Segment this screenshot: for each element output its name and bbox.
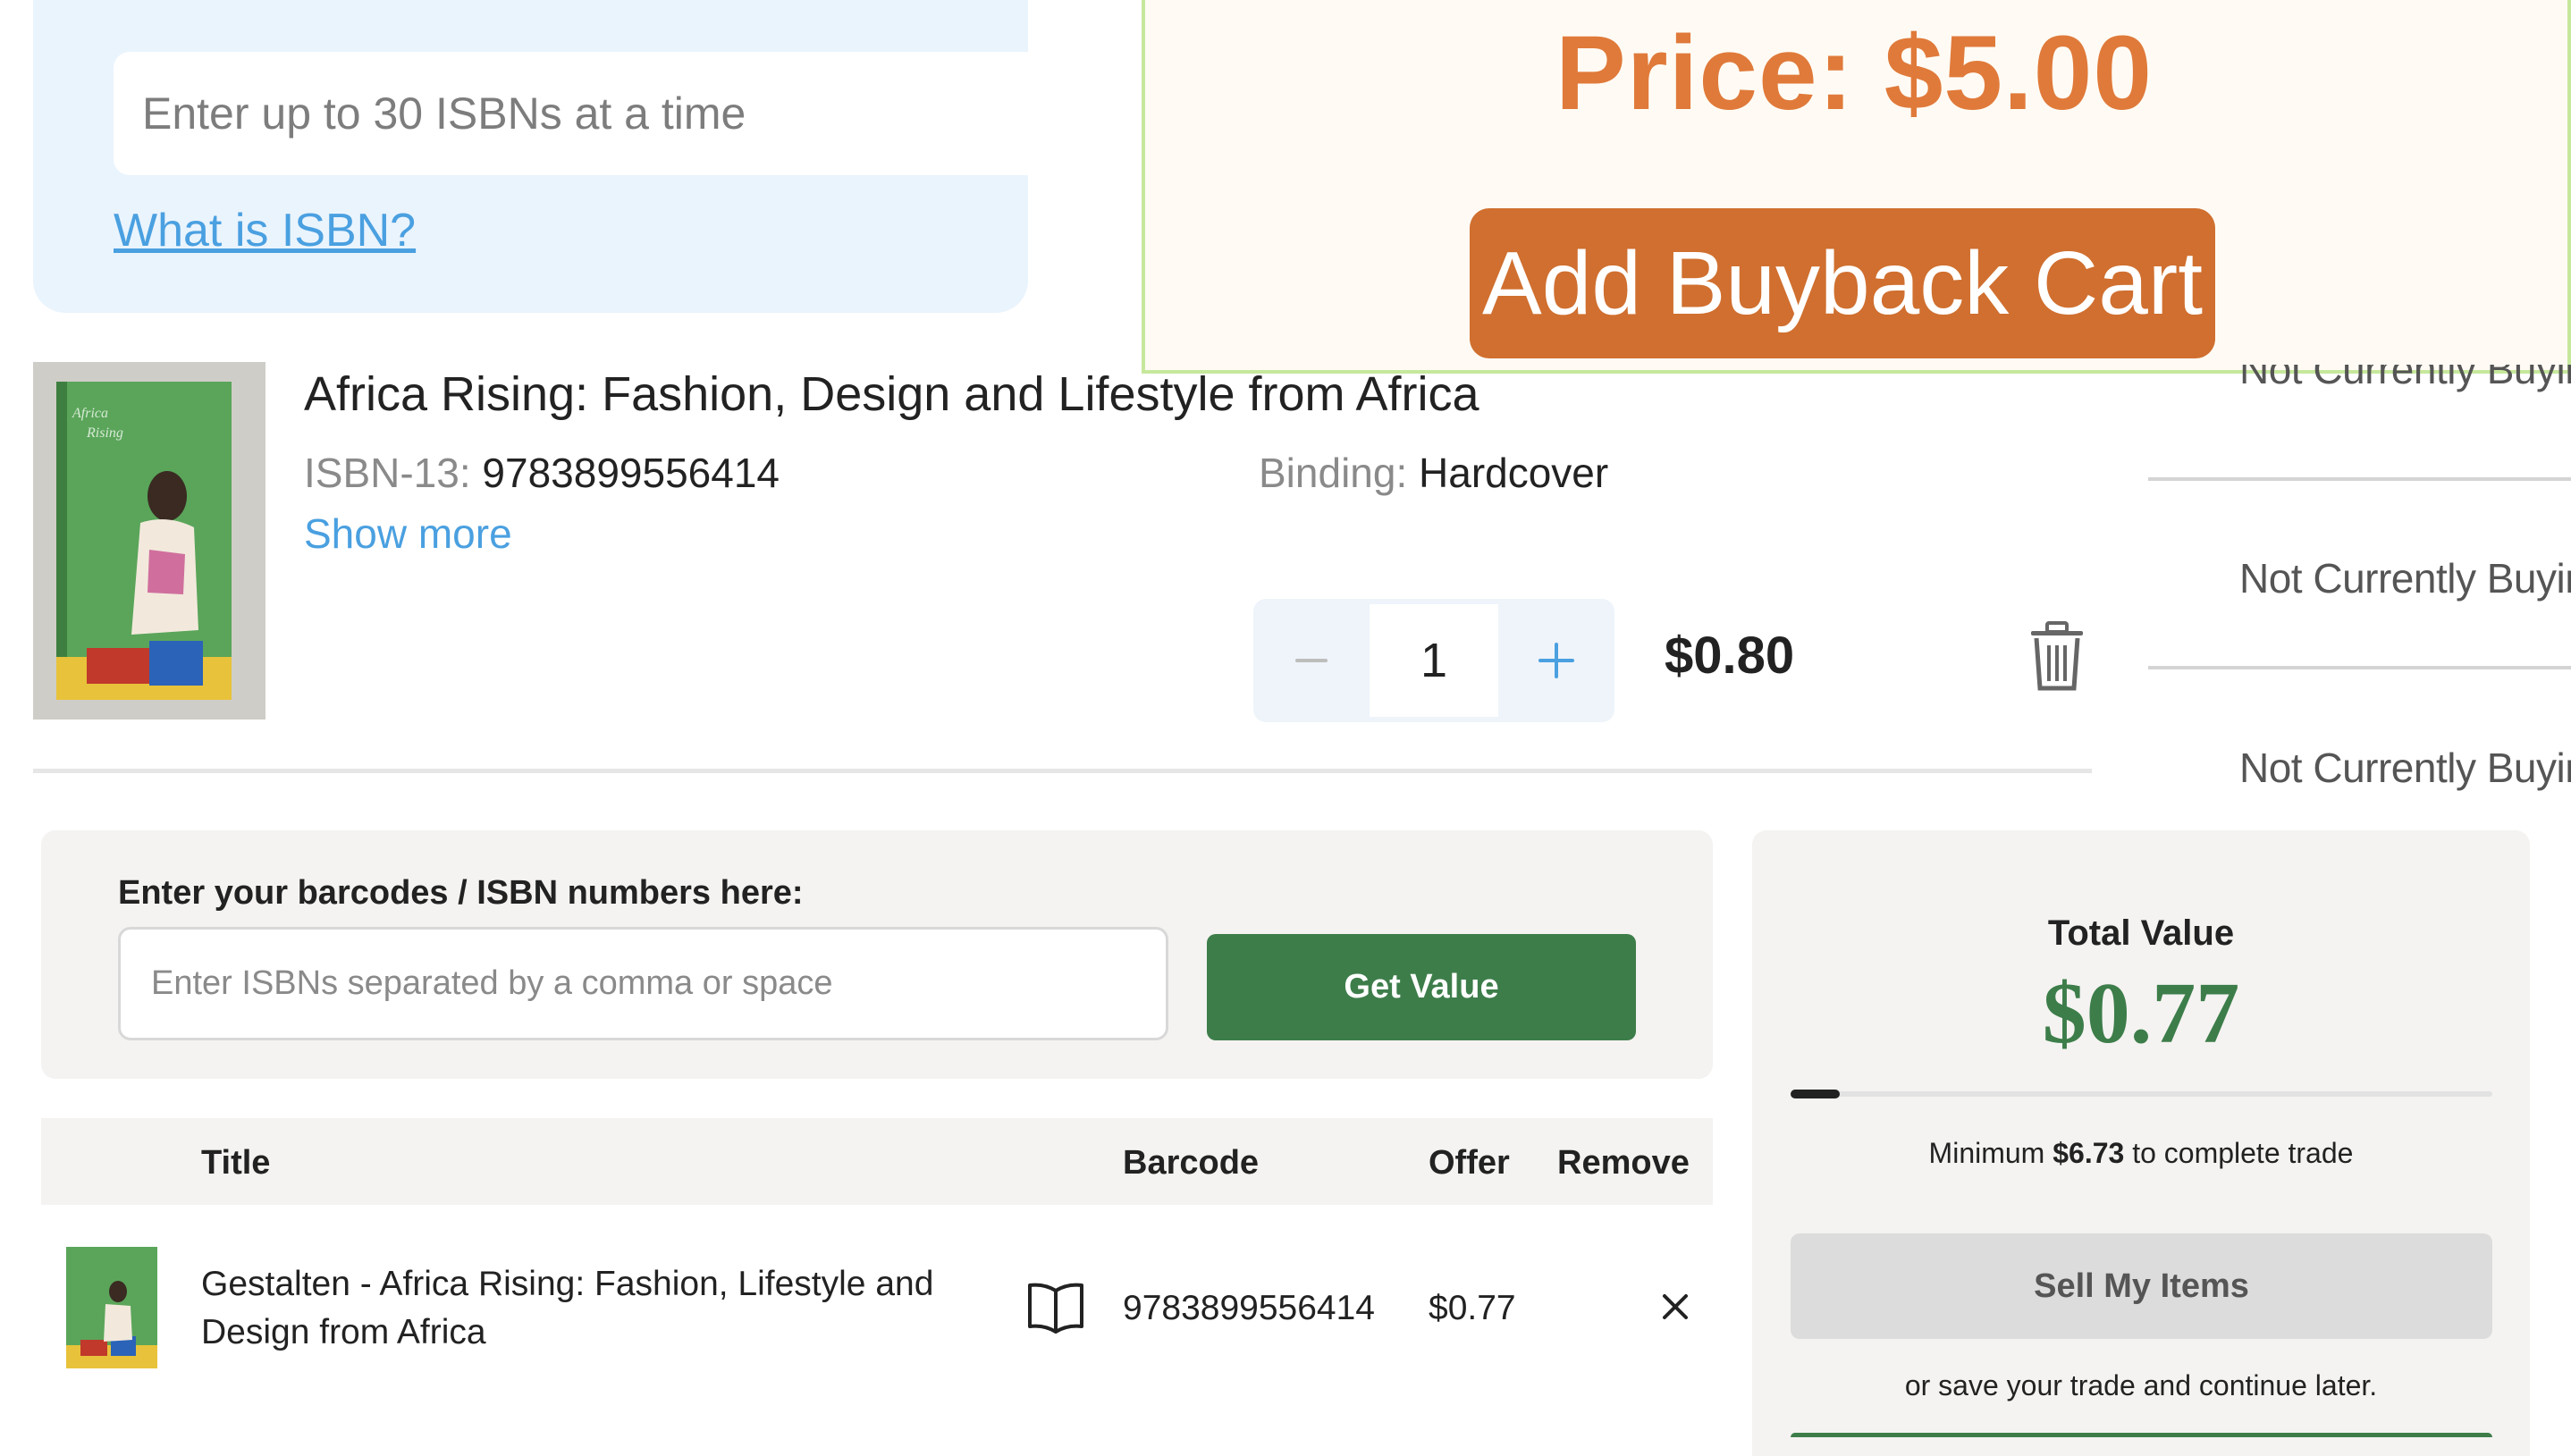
get-value-button[interactable]: Get Value [1207, 934, 1636, 1040]
column-header-offer: Offer [1429, 1144, 1510, 1182]
column-header-title: Title [201, 1144, 271, 1182]
close-icon[interactable] [1657, 1289, 1693, 1325]
quantity-decrease-button[interactable] [1253, 599, 1370, 722]
isbn13-value: 9783899556414 [482, 450, 780, 496]
minus-icon [1295, 659, 1328, 662]
binding-value: Hardcover [1419, 450, 1609, 496]
show-more-link[interactable]: Show more [304, 509, 512, 558]
status-divider [2148, 477, 2571, 481]
column-header-barcode: Barcode [1123, 1144, 1260, 1182]
trash-icon[interactable] [2027, 620, 2086, 692]
minimum-prefix: Minimum [1928, 1137, 2045, 1169]
svg-text:Africa: Africa [72, 406, 108, 421]
trade-progress-fill [1791, 1090, 1840, 1098]
buy-status-2: Not Currently Buying [2239, 555, 2571, 602]
isbn-bulk-input[interactable] [114, 52, 1028, 175]
save-trade-button[interactable] [1791, 1433, 2492, 1437]
svg-text:Rising: Rising [86, 425, 123, 441]
buy-status-1-text: Not Currently Buying [2239, 365, 2571, 392]
item-title: Gestalten - Africa Rising: Fashion, Life… [201, 1265, 934, 1351]
total-value-label: Total Value [2047, 913, 2235, 953]
product-price: $0.80 [1665, 627, 1795, 685]
row-divider [33, 769, 2092, 773]
isbn13-label: ISBN-13: [304, 450, 471, 496]
plus-icon [1538, 643, 1574, 678]
what-is-isbn-link[interactable]: What is ISBN? [114, 204, 416, 257]
quantity-increase-button[interactable] [1498, 599, 1614, 722]
minimum-trade-text: Minimum $6.73 to complete trade [1752, 1137, 2530, 1170]
binding-label: Binding: [1259, 450, 1408, 496]
status-divider [2148, 666, 2571, 669]
buy-status-3: Not Currently Buying [2239, 745, 2571, 791]
quantity-value[interactable]: 1 [1370, 604, 1498, 717]
barcode-entry-label: Enter your barcodes / ISBN numbers here: [118, 874, 804, 912]
column-header-remove: Remove [1557, 1144, 1690, 1182]
minimum-amount: $6.73 [2053, 1137, 2125, 1169]
item-thumbnail [66, 1247, 157, 1368]
trade-progress-track [1791, 1091, 2492, 1097]
price-heading: Price: $5.00 [1555, 14, 2154, 132]
product-title: Africa Rising: Fashion, Design and Lifes… [304, 367, 1479, 421]
sell-my-items-button[interactable]: Sell My Items [1791, 1233, 2492, 1339]
barcode-input[interactable] [118, 927, 1168, 1040]
book-icon [1026, 1280, 1085, 1334]
add-buyback-cart-button[interactable]: Add Buyback Cart [1470, 208, 2215, 358]
book-cover-image: Africa Rising [33, 362, 266, 720]
isbn13-row: ISBN-13: 9783899556414 [304, 449, 780, 497]
item-offer: $0.77 [1429, 1289, 1516, 1327]
total-value-amount: $0.77 [2042, 965, 2240, 1062]
save-trade-text: or save your trade and continue later. [1904, 1369, 2378, 1401]
binding-row: Binding: Hardcover [1259, 449, 1608, 497]
item-barcode: 9783899556414 [1123, 1289, 1375, 1327]
minimum-suffix: to complete trade [2132, 1137, 2354, 1169]
buy-status-1: Not Currently Buying [2239, 365, 2571, 413]
